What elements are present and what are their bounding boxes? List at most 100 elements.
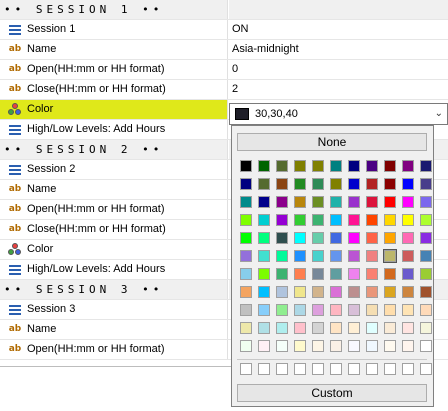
color-swatch-cell[interactable] [312, 322, 324, 334]
color-swatch-cell[interactable] [402, 196, 414, 208]
color-swatch-cell[interactable] [240, 286, 252, 298]
color-swatch-cell[interactable] [240, 214, 252, 226]
property-row[interactable]: ab Open(HH:mm or HH format) 0 [0, 60, 448, 80]
color-swatch-cell[interactable] [276, 250, 288, 262]
recent-color-cell[interactable] [330, 363, 342, 375]
color-swatch-cell[interactable] [420, 178, 432, 190]
color-swatch-cell[interactable] [276, 286, 288, 298]
color-swatch-cell[interactable] [402, 232, 414, 244]
color-swatch-cell[interactable] [348, 196, 360, 208]
color-swatch-cell[interactable] [384, 340, 396, 352]
color-swatch-cell[interactable] [294, 304, 306, 316]
color-swatch-cell[interactable] [384, 286, 396, 298]
chevron-down-icon[interactable]: ⌄ [435, 108, 443, 119]
color-swatch-cell[interactable] [240, 340, 252, 352]
color-swatch-cell[interactable] [312, 196, 324, 208]
color-swatch-cell[interactable] [420, 304, 432, 316]
color-swatch-cell[interactable] [366, 160, 378, 172]
color-swatch-cell[interactable] [330, 160, 342, 172]
property-value[interactable]: 2 [229, 80, 448, 99]
color-swatch-cell[interactable] [402, 250, 414, 262]
property-value[interactable]: 0 [229, 60, 448, 79]
color-swatch-cell[interactable] [420, 232, 432, 244]
color-swatch-cell[interactable] [348, 322, 360, 334]
color-swatch-cell[interactable] [240, 160, 252, 172]
color-swatch-cell[interactable] [366, 214, 378, 226]
color-swatch-cell[interactable] [258, 178, 270, 190]
color-swatch-cell[interactable] [420, 196, 432, 208]
color-swatch-cell[interactable] [402, 304, 414, 316]
color-swatch-cell[interactable] [312, 214, 324, 226]
color-swatch-cell[interactable] [402, 340, 414, 352]
color-swatch-cell[interactable] [240, 268, 252, 280]
color-swatch-cell[interactable] [240, 196, 252, 208]
color-swatch-cell[interactable] [402, 214, 414, 226]
color-swatch-cell[interactable] [258, 160, 270, 172]
color-swatch-cell[interactable] [384, 214, 396, 226]
color-swatch-cell[interactable] [276, 232, 288, 244]
color-swatch-cell[interactable] [348, 214, 360, 226]
property-value[interactable]: Asia-midnight [229, 40, 448, 59]
color-swatch-cell[interactable] [366, 268, 378, 280]
color-swatch-cell[interactable] [312, 340, 324, 352]
color-swatch-cell[interactable] [294, 322, 306, 334]
recent-color-cell[interactable] [294, 363, 306, 375]
color-swatch-cell[interactable] [276, 214, 288, 226]
color-swatch-cell[interactable] [366, 286, 378, 298]
color-swatch-cell[interactable] [330, 322, 342, 334]
color-swatch-cell[interactable] [384, 232, 396, 244]
color-swatch-cell[interactable] [258, 268, 270, 280]
color-swatch-cell[interactable] [384, 304, 396, 316]
color-swatch-cell[interactable] [258, 286, 270, 298]
color-swatch-cell[interactable] [348, 250, 360, 262]
property-value[interactable] [229, 0, 448, 19]
color-swatch-cell[interactable] [348, 304, 360, 316]
color-swatch-cell[interactable] [276, 196, 288, 208]
property-row[interactable]: ab Name Asia-midnight [0, 40, 448, 60]
color-swatch-cell[interactable] [294, 178, 306, 190]
color-swatch-cell[interactable] [294, 232, 306, 244]
property-row[interactable]: Session 1 ON [0, 20, 448, 40]
color-swatch-cell[interactable] [330, 268, 342, 280]
color-swatch-cell[interactable] [330, 340, 342, 352]
recent-color-cell[interactable] [402, 363, 414, 375]
color-swatch-cell[interactable] [258, 232, 270, 244]
color-swatch-cell[interactable] [330, 250, 342, 262]
color-swatch-cell[interactable] [384, 322, 396, 334]
color-swatch-cell[interactable] [366, 232, 378, 244]
color-swatch-cell[interactable] [276, 160, 288, 172]
color-swatch-cell[interactable] [366, 250, 378, 262]
color-swatch-cell[interactable] [258, 214, 270, 226]
color-swatch-cell[interactable] [294, 196, 306, 208]
color-swatch-cell[interactable] [420, 286, 432, 298]
color-swatch-cell[interactable] [366, 304, 378, 316]
color-swatch-cell[interactable] [366, 340, 378, 352]
color-swatch-cell[interactable] [330, 196, 342, 208]
color-swatch-cell[interactable] [258, 196, 270, 208]
color-swatch-cell[interactable] [276, 340, 288, 352]
color-swatch-cell[interactable] [420, 322, 432, 334]
color-swatch-cell[interactable] [294, 268, 306, 280]
color-swatch-cell[interactable] [312, 160, 324, 172]
color-swatch-cell[interactable] [294, 160, 306, 172]
color-swatch-cell[interactable] [294, 214, 306, 226]
color-swatch-cell[interactable] [312, 232, 324, 244]
custom-button[interactable]: Custom [237, 384, 427, 402]
color-swatch-cell[interactable] [384, 268, 396, 280]
color-swatch-cell[interactable] [240, 232, 252, 244]
recent-color-cell[interactable] [240, 363, 252, 375]
recent-color-cell[interactable] [276, 363, 288, 375]
color-swatch-cell[interactable] [330, 214, 342, 226]
none-button[interactable]: None [237, 133, 427, 151]
color-swatch-cell[interactable] [402, 286, 414, 298]
color-swatch-cell[interactable] [330, 178, 342, 190]
color-swatch-cell[interactable] [276, 178, 288, 190]
color-swatch-cell[interactable] [383, 249, 397, 263]
color-swatch-cell[interactable] [240, 304, 252, 316]
color-swatch-cell[interactable] [294, 250, 306, 262]
recent-color-cell[interactable] [420, 363, 432, 375]
color-swatch-cell[interactable] [348, 268, 360, 280]
color-swatch-cell[interactable] [258, 304, 270, 316]
color-swatch-cell[interactable] [312, 286, 324, 298]
section-header[interactable]: •• SESSION 1 •• [0, 0, 448, 20]
